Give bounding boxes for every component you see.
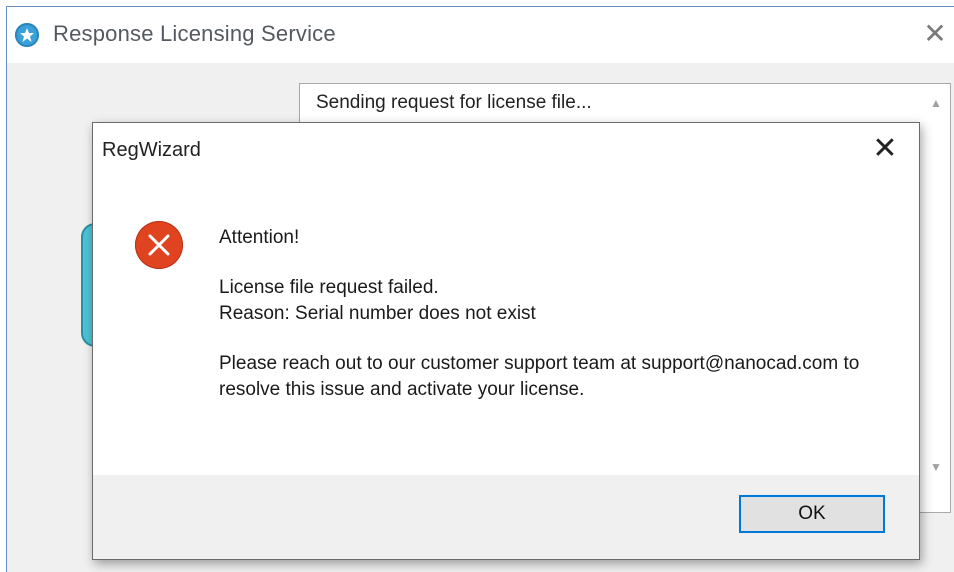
error-icon bbox=[135, 221, 183, 269]
message-heading: Attention! bbox=[219, 227, 300, 248]
app-star-icon bbox=[20, 28, 34, 42]
regwizard-dialog: RegWizard ✕ Attention! License file requ… bbox=[92, 122, 920, 560]
parent-window-title: Response Licensing Service bbox=[53, 21, 336, 46]
parent-close-icon[interactable]: ✕ bbox=[918, 17, 952, 51]
scroll-up-icon[interactable]: ▲ bbox=[930, 96, 944, 110]
dialog-close-icon[interactable]: ✕ bbox=[865, 129, 905, 169]
log-line: Sending request for license file... bbox=[316, 92, 592, 113]
ok-button[interactable]: OK bbox=[739, 495, 885, 533]
scroll-down-icon[interactable]: ▼ bbox=[930, 460, 944, 474]
app-icon bbox=[15, 23, 39, 47]
parent-titlebar[interactable]: Response Licensing Service ✕ bbox=[7, 7, 954, 63]
message-reason: Reason: Serial number does not exist bbox=[219, 303, 536, 324]
dialog-footer: OK bbox=[93, 475, 919, 559]
message-failed: License file request failed. bbox=[219, 277, 439, 298]
message-support: Please reach out to our customer support… bbox=[219, 353, 860, 400]
dialog-title: RegWizard bbox=[102, 139, 201, 161]
